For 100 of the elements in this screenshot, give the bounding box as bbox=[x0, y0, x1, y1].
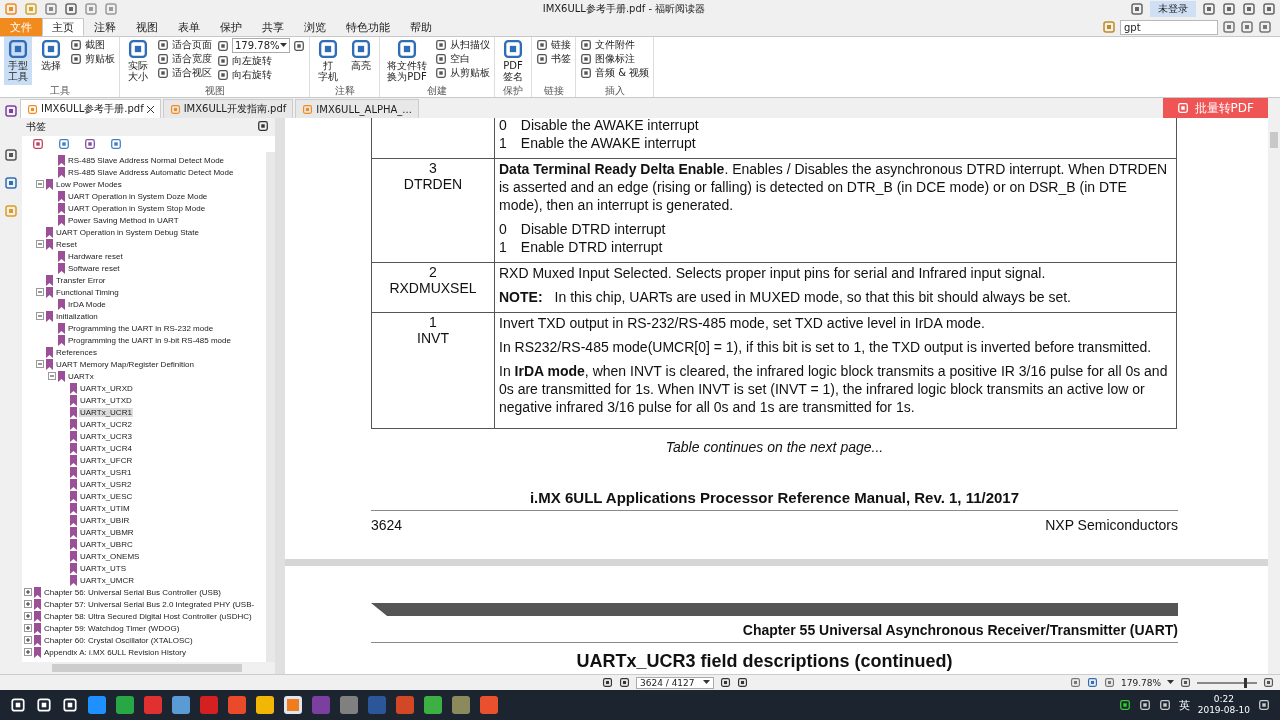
bookmark-item[interactable]: Programming the UART in 9-bit RS-485 mode bbox=[67, 335, 232, 345]
bookmark-item[interactable]: Software reset bbox=[67, 263, 121, 273]
menu-tab[interactable]: 视图 bbox=[126, 18, 168, 36]
bookmark-item[interactable]: Chapter 58: Ultra Secured Digital Host Controller (uSDHC) bbox=[43, 611, 253, 621]
bookmark-item[interactable]: UART Operation in System Doze Mode bbox=[67, 191, 209, 201]
bookmark-item[interactable]: UARTx_UTS bbox=[79, 563, 128, 573]
login-button[interactable]: 未登录 bbox=[1150, 1, 1196, 17]
zoom-level[interactable]: 179.78% bbox=[1120, 677, 1161, 688]
page-field[interactable]: 3624 / 4127 bbox=[635, 676, 714, 689]
bookmark-item[interactable]: Reset bbox=[55, 239, 78, 249]
bookmark-item[interactable]: RS-485 Slave Address Normal Detect Mode bbox=[67, 155, 226, 165]
ribbon-link[interactable]: 剪贴板 bbox=[85, 52, 115, 65]
ribbon-button[interactable]: 实际 大小 bbox=[124, 37, 152, 85]
ribbon-link[interactable]: 图像标注 bbox=[595, 52, 635, 65]
bookmark-item[interactable]: UARTx_UFCR bbox=[79, 455, 134, 465]
bookmark-item[interactable]: Initialization bbox=[55, 311, 99, 321]
bookmark-item[interactable]: Programming the UART in RS-232 mode bbox=[67, 323, 215, 333]
ribbon-link[interactable]: 链接 bbox=[551, 38, 571, 51]
scrollbar[interactable] bbox=[266, 152, 275, 662]
bookmark-item[interactable]: UARTx_ONEMS bbox=[79, 551, 141, 561]
bookmark-item[interactable]: Transfer Error bbox=[55, 275, 107, 285]
expand-icon[interactable] bbox=[24, 624, 32, 632]
ribbon-link[interactable]: 书签 bbox=[551, 52, 571, 65]
bookmark-item[interactable]: Low Power Modes bbox=[55, 179, 123, 189]
bookmark-item[interactable]: References bbox=[55, 347, 98, 357]
bookmark-item[interactable]: UARTx_UBIR bbox=[79, 515, 131, 525]
bookmark-item[interactable]: UART Memory Map/Register Definition bbox=[55, 359, 195, 369]
ribbon-link[interactable]: 适合页面 bbox=[172, 38, 212, 51]
menu-tab[interactable]: 特色功能 bbox=[336, 18, 400, 36]
bookmark-item[interactable]: UARTx_UCR4 bbox=[79, 443, 133, 453]
ribbon-link[interactable]: 从剪贴板 bbox=[450, 66, 490, 79]
bookmark-item[interactable]: UARTx_UESC bbox=[79, 491, 134, 501]
ribbon-link[interactable]: 向左旋转 bbox=[232, 54, 272, 67]
bookmark-item[interactable]: UARTx_UCR2 bbox=[79, 419, 133, 429]
bookmark-item[interactable]: UARTx_USR2 bbox=[79, 479, 133, 489]
expand-icon[interactable] bbox=[24, 612, 32, 620]
caret-icon[interactable] bbox=[702, 680, 710, 685]
zoom-combobox[interactable]: 179.78% bbox=[232, 38, 290, 53]
menu-tab[interactable]: 表单 bbox=[168, 18, 210, 36]
bookmark-item[interactable]: UARTx_UCR1 bbox=[79, 407, 133, 417]
bookmark-item[interactable]: UARTx_USR1 bbox=[79, 467, 133, 477]
bookmark-item[interactable]: UARTx bbox=[67, 371, 95, 381]
bookmark-item[interactable]: UARTx_UMCR bbox=[79, 575, 136, 585]
ribbon-button[interactable]: 将文件转 换为PDF bbox=[384, 37, 430, 85]
bookmark-item[interactable]: Functional Timing bbox=[55, 287, 120, 297]
document-tab[interactable]: IMX6ULL_ALPHA_... bbox=[295, 99, 419, 118]
ribbon-link[interactable]: 音频 & 视频 bbox=[595, 66, 650, 79]
menu-tab[interactable]: 帮助 bbox=[400, 18, 442, 36]
bookmark-item[interactable]: Chapter 60: Crystal Oscillator (XTALOSC) bbox=[43, 635, 194, 645]
bookmark-item[interactable]: UARTx_UBRC bbox=[79, 539, 134, 549]
caret-icon[interactable] bbox=[1167, 680, 1174, 685]
ribbon-button[interactable]: 高亮 bbox=[347, 37, 375, 85]
zoom-slider-thumb[interactable] bbox=[1243, 677, 1247, 688]
ribbon-button[interactable]: 打 字机 bbox=[314, 37, 342, 85]
ribbon-link[interactable]: 文件附件 bbox=[595, 38, 635, 51]
menu-tab[interactable]: 浏览 bbox=[294, 18, 336, 36]
document-tab[interactable]: IMX6ULL参考手册.pdf bbox=[20, 99, 161, 118]
collapse-icon[interactable] bbox=[36, 240, 44, 248]
search-field[interactable]: gpt bbox=[1120, 19, 1218, 35]
bookmark-item[interactable]: UART Operation in System Debug State bbox=[55, 227, 200, 237]
expand-icon[interactable] bbox=[24, 600, 32, 608]
collapse-icon[interactable] bbox=[36, 360, 44, 368]
bookmark-item[interactable]: Hardware reset bbox=[67, 251, 124, 261]
menu-tab[interactable]: 注释 bbox=[84, 18, 126, 36]
collapse-icon[interactable] bbox=[36, 180, 44, 188]
ribbon-link[interactable]: 截图 bbox=[85, 38, 105, 51]
bookmark-item[interactable]: Chapter 56: Universal Serial Bus Controller (USB) bbox=[43, 587, 222, 597]
bookmark-item[interactable]: IrDA Mode bbox=[67, 299, 107, 309]
app-icon[interactable] bbox=[284, 696, 302, 714]
bookmark-item[interactable]: Chapter 57: Universal Serial Bus 2.0 Integrated PHY (USB- bbox=[43, 599, 256, 609]
ribbon-button[interactable]: 选择 bbox=[37, 37, 65, 85]
scrollbar-thumb[interactable] bbox=[52, 664, 242, 672]
ribbon-link[interactable]: 空白 bbox=[450, 52, 470, 65]
bookmark-item[interactable]: UARTx_UTXD bbox=[79, 395, 133, 405]
collapse-icon[interactable] bbox=[36, 312, 44, 320]
collapse-icon[interactable] bbox=[36, 288, 44, 296]
bookmark-item[interactable]: RS-485 Slave Address Automatic Detect Mode bbox=[67, 167, 235, 177]
document-tab[interactable]: IMX6ULL开发指南.pdf bbox=[162, 99, 294, 118]
menu-tab[interactable]: 共享 bbox=[252, 18, 294, 36]
ribbon-button[interactable]: PDF 签名 bbox=[499, 37, 527, 85]
input-method[interactable]: 英 bbox=[1178, 697, 1190, 713]
bookmark-item[interactable]: Power Saving Method in UART bbox=[67, 215, 180, 225]
ribbon-button[interactable]: 手型 工具 bbox=[4, 37, 32, 85]
bookmark-item[interactable]: UARTx_UBMR bbox=[79, 527, 135, 537]
ribbon-link[interactable]: 从扫描仪 bbox=[450, 38, 490, 51]
expand-icon[interactable] bbox=[24, 648, 32, 656]
ribbon-link[interactable]: 向右旋转 bbox=[232, 68, 272, 81]
expand-icon[interactable] bbox=[24, 636, 32, 644]
ribbon-link[interactable]: 适合视区 bbox=[172, 66, 212, 79]
expand-icon[interactable] bbox=[24, 588, 32, 596]
bookmark-item[interactable]: UARTx_UTIM bbox=[79, 503, 131, 513]
bookmark-item[interactable]: Chapter 59: Watchdog Timer (WDOG) bbox=[43, 623, 181, 633]
ribbon-link[interactable]: 适合宽度 bbox=[172, 52, 212, 65]
bookmark-item[interactable]: UARTx_UCR3 bbox=[79, 431, 133, 441]
menu-tab[interactable]: 保护 bbox=[210, 18, 252, 36]
scrollbar-thumb[interactable] bbox=[1270, 132, 1278, 148]
collapse-icon[interactable] bbox=[48, 372, 56, 380]
bookmark-item[interactable]: UARTx_URXD bbox=[79, 383, 134, 393]
bookmark-item[interactable]: UART Operation in System Stop Mode bbox=[67, 203, 207, 213]
bookmark-item[interactable]: Appendix A: i.MX 6ULL Revision History bbox=[43, 647, 187, 657]
